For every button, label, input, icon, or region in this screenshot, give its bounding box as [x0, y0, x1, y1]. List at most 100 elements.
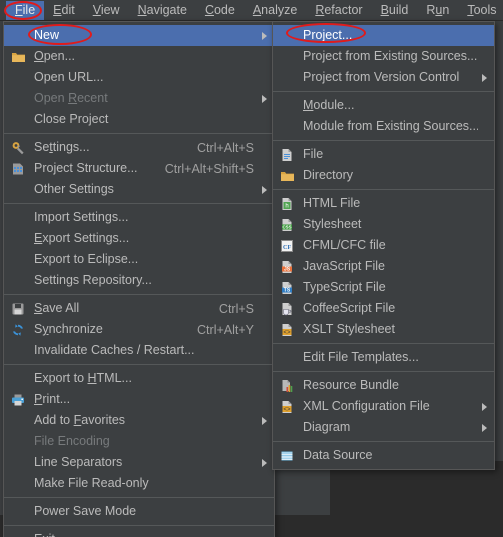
- menubar-item-run[interactable]: Run: [417, 1, 458, 20]
- menubar-item-edit[interactable]: Edit: [44, 1, 84, 20]
- file_menu-item-other-settings[interactable]: Other Settings: [4, 179, 274, 200]
- new_menu-item-html-file[interactable]: h HTML File: [273, 193, 494, 214]
- menu-item-label: Resource Bundle: [303, 378, 399, 392]
- no-icon: [7, 474, 29, 494]
- file-icon: [276, 145, 298, 165]
- file_menu-item-export-to-html[interactable]: Export to HTML...: [4, 368, 274, 389]
- gear-wrench-icon: [7, 138, 29, 158]
- submenu-arrow-icon: [478, 423, 490, 432]
- new_menu-item-project-from-existing-sources[interactable]: Project from Existing Sources...: [273, 46, 494, 67]
- menu-item-label: New: [34, 28, 60, 42]
- new_menu-item-diagram[interactable]: Diagram: [273, 417, 494, 438]
- file_menu-item-power-save-mode[interactable]: Power Save Mode: [4, 501, 274, 522]
- no-icon: [7, 250, 29, 270]
- submenu-arrow-icon: [258, 94, 270, 103]
- bundle-icon: [276, 376, 298, 396]
- menu-item-label: CoffeeScript File: [303, 301, 396, 315]
- file_menu-item-add-to-favorites[interactable]: Add to Favorites: [4, 410, 274, 431]
- js-file-icon: JS: [276, 257, 298, 277]
- new_menu-item-project[interactable]: Project...: [273, 25, 494, 46]
- file_menu-item-new[interactable]: New: [4, 25, 274, 46]
- no-icon: [7, 229, 29, 249]
- no-icon: [7, 530, 29, 537]
- file_menu-item-open[interactable]: Open...: [4, 46, 274, 67]
- new_menu-item-javascript-file[interactable]: JS JavaScript File: [273, 256, 494, 277]
- xslt-file-icon: <>: [276, 320, 298, 340]
- file_menu-item-export-settings[interactable]: Export Settings...: [4, 228, 274, 249]
- no-icon: [276, 47, 298, 67]
- menu-separator: [4, 364, 274, 365]
- menu-separator: [4, 203, 274, 204]
- new_menu-item-cfml-cfc-file[interactable]: CF CFML/CFC file: [273, 235, 494, 256]
- floppy-icon: [7, 299, 29, 319]
- menu-item-label: Export to Eclipse...: [34, 252, 139, 266]
- new_menu-item-module[interactable]: Module...: [273, 95, 494, 116]
- svg-text:CSS: CSS: [282, 224, 291, 229]
- no-icon: [7, 453, 29, 473]
- cfml-file-icon: CF: [276, 236, 298, 256]
- new_menu-item-typescript-file[interactable]: TS TypeScript File: [273, 277, 494, 298]
- no-icon: [276, 96, 298, 116]
- menubar-item-view[interactable]: View: [84, 1, 129, 20]
- svg-text:TS: TS: [284, 287, 291, 293]
- new_menu-item-project-from-version-control[interactable]: Project from Version Control: [273, 67, 494, 88]
- menu-item-label: Project from Version Control: [303, 70, 460, 84]
- no-icon: [7, 89, 29, 109]
- sync-icon: [7, 320, 29, 340]
- new_menu-item-xml-configuration-file[interactable]: <> XML Configuration File: [273, 396, 494, 417]
- file_menu-item-settings[interactable]: Settings... Ctrl+Alt+S: [4, 137, 274, 158]
- new_menu-item-xslt-stylesheet[interactable]: <> XSLT Stylesheet: [273, 319, 494, 340]
- menu-separator: [4, 497, 274, 498]
- menubar-item-build[interactable]: Build: [372, 1, 418, 20]
- file_menu-item-synchronize[interactable]: Synchronize Ctrl+Alt+Y: [4, 319, 274, 340]
- menubar-item-refactor[interactable]: Refactor: [306, 1, 371, 20]
- menu-item-label: Add to Favorites: [34, 413, 126, 427]
- file_menu-item-line-separators[interactable]: Line Separators: [4, 452, 274, 473]
- menu-item-label: File: [303, 147, 324, 161]
- submenu-arrow-icon: [478, 73, 490, 82]
- file_menu-item-print[interactable]: Print...: [4, 389, 274, 410]
- menu-item-label: Exit: [29, 532, 258, 537]
- file_menu-item-settings-repository[interactable]: Settings Repository...: [4, 270, 274, 291]
- new_menu-item-resource-bundle[interactable]: Resource Bundle: [273, 375, 494, 396]
- new_menu-item-stylesheet[interactable]: CSS Stylesheet: [273, 214, 494, 235]
- file_menu-item-project-structure[interactable]: Project Structure... Ctrl+Alt+Shift+S: [4, 158, 274, 179]
- menubar-item-code[interactable]: Code: [196, 1, 244, 20]
- menu-item-label: Invalidate Caches / Restart...: [34, 343, 195, 357]
- no-icon: [276, 26, 298, 46]
- menu-item-label: Synchronize: [34, 322, 103, 336]
- ide-window: File Edit View Navigate Code Analyze Refactor B…: [0, 0, 503, 537]
- new_menu-item-coffeescript-file[interactable]: CoffeeScript File: [273, 298, 494, 319]
- main-menu-bar[interactable]: File Edit View Navigate Code Analyze Refactor B…: [0, 0, 503, 21]
- new_menu-item-data-source[interactable]: Data Source: [273, 445, 494, 466]
- new_menu-item-file[interactable]: File: [273, 144, 494, 165]
- file_menu-item-close-project[interactable]: Close Project: [4, 109, 274, 130]
- new_menu-item-edit-file-templates[interactable]: Edit File Templates...: [273, 347, 494, 368]
- menubar-item-analyze[interactable]: Analyze: [244, 1, 306, 20]
- file_menu-item-import-settings[interactable]: Import Settings...: [4, 207, 274, 228]
- no-icon: [276, 68, 298, 88]
- file_menu-item-make-file-read-only[interactable]: Make File Read-only: [4, 473, 274, 494]
- file_menu-item-exit[interactable]: Exit: [4, 529, 274, 537]
- new_menu-item-module-from-existing-sources[interactable]: Module from Existing Sources...: [273, 116, 494, 137]
- file-menu-popup[interactable]: New Open... Open URL... Open Recent Close Pr…: [3, 21, 275, 537]
- file_menu-item-invalidate-caches-restart[interactable]: Invalidate Caches / Restart...: [4, 340, 274, 361]
- file_menu-item-export-to-eclipse[interactable]: Export to Eclipse...: [4, 249, 274, 270]
- coffee-file-icon: [276, 299, 298, 319]
- menubar-item-file[interactable]: File: [6, 0, 45, 20]
- submenu-arrow-icon: [258, 458, 270, 467]
- menu-item-label: Project Structure...: [34, 161, 138, 175]
- menu-item-label: Close Project: [34, 112, 109, 126]
- no-icon: [7, 26, 29, 46]
- file_menu-item-open-url[interactable]: Open URL...: [4, 67, 274, 88]
- new-submenu-popup[interactable]: Project... Project from Existing Sources.…: [272, 21, 495, 470]
- menubar-item-navigate[interactable]: Navigate: [129, 1, 196, 20]
- menu-item-shortcut: Ctrl+Alt+S: [197, 140, 254, 155]
- svg-text:<>: <>: [283, 329, 291, 336]
- menubar-item-tools[interactable]: Tools: [458, 1, 503, 20]
- new_menu-item-directory[interactable]: Directory: [273, 165, 494, 186]
- menu-item-label: Export to HTML...: [34, 371, 132, 385]
- menu-item-label: HTML File: [303, 196, 361, 210]
- no-icon: [276, 418, 298, 438]
- file_menu-item-save-all[interactable]: Save All Ctrl+S: [4, 298, 274, 319]
